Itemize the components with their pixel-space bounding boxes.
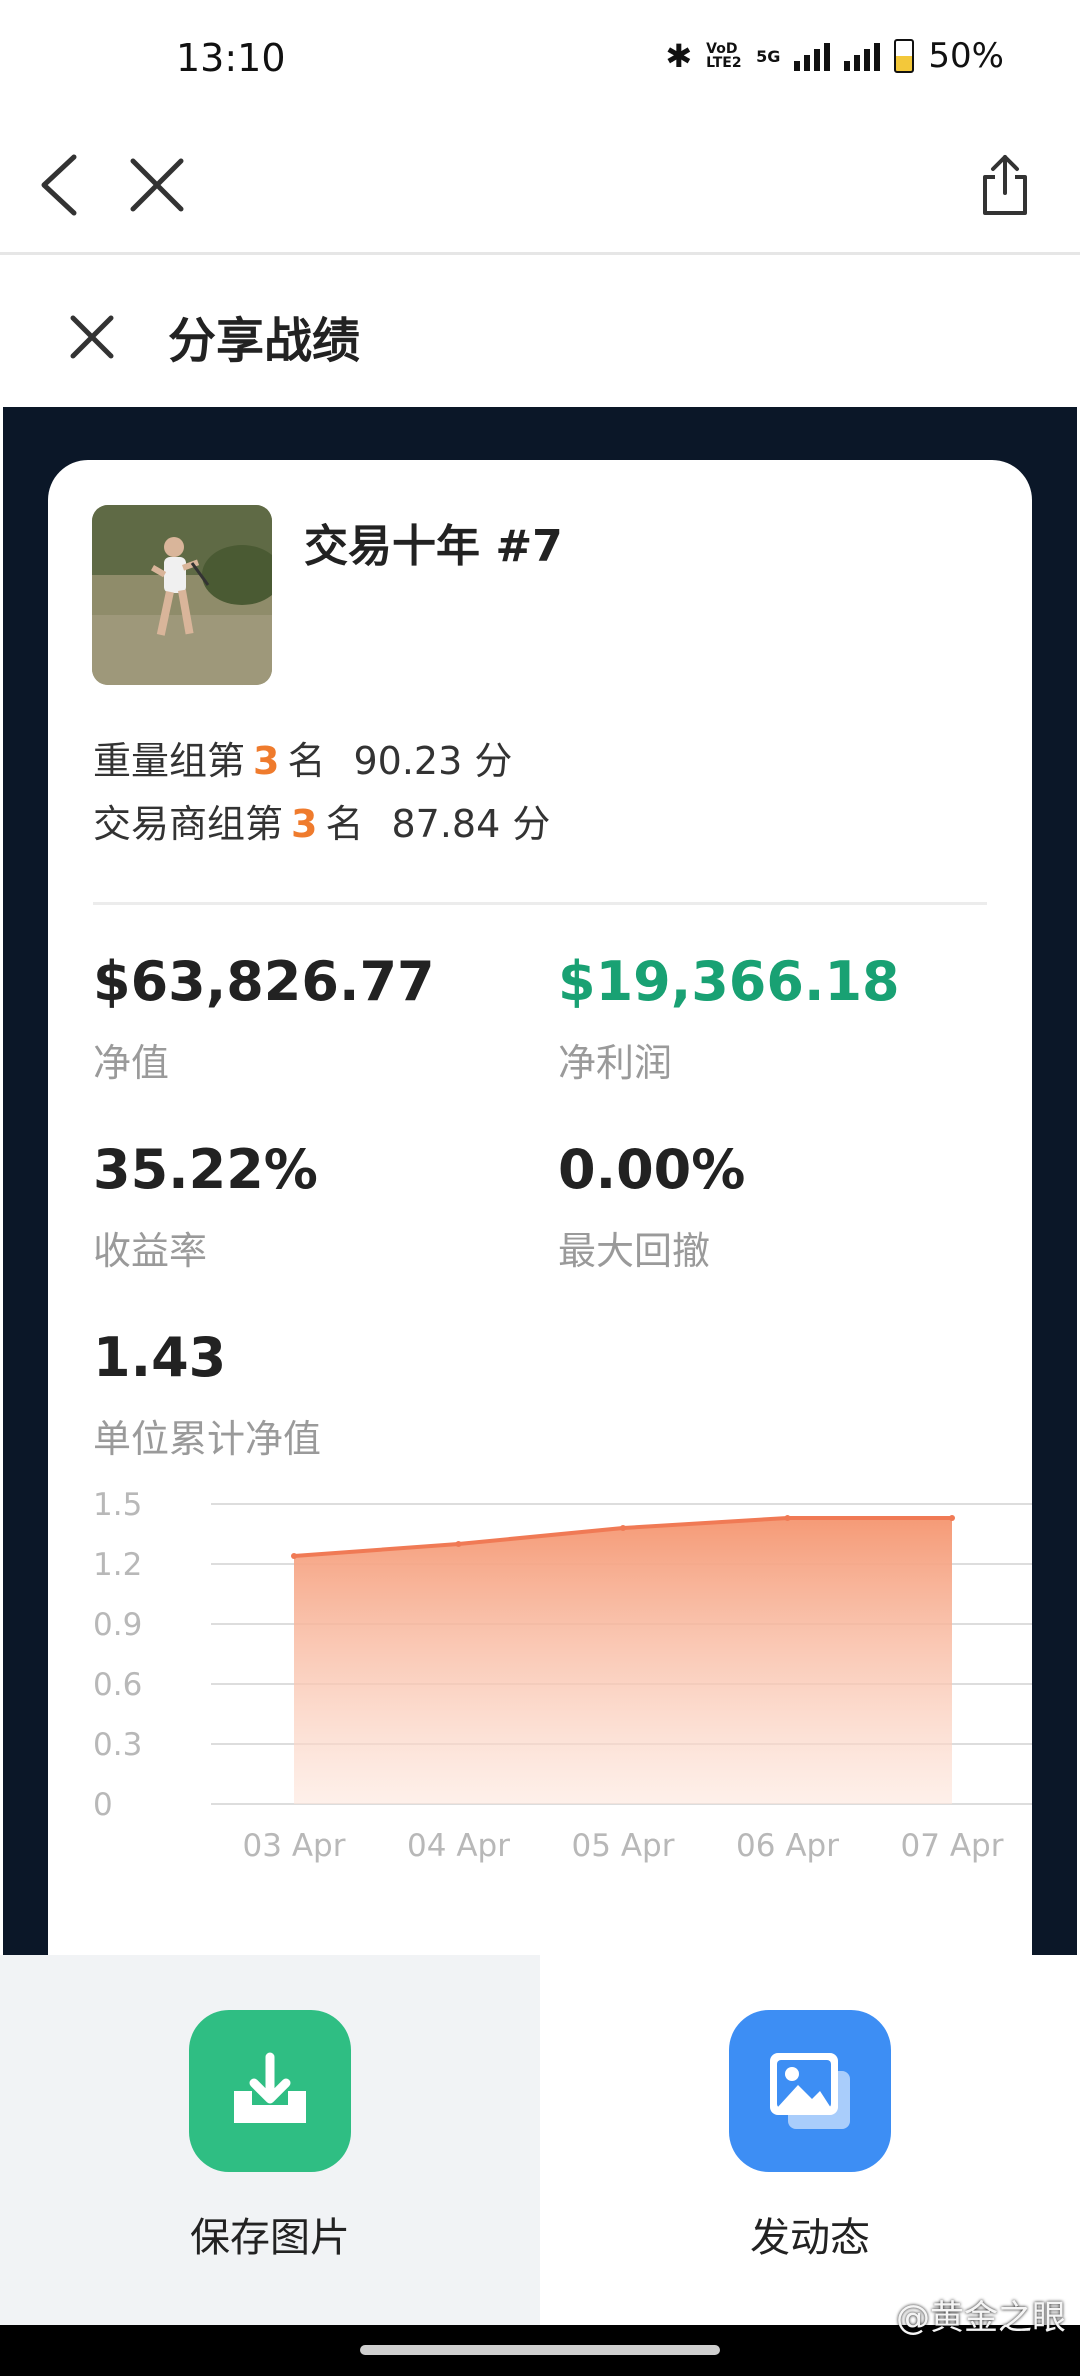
status-time: 13:10 <box>176 36 286 80</box>
net-value: $63,826.77 <box>93 950 435 1013</box>
post-label: 发动态 <box>750 2215 870 2261</box>
status-bar: 13:10 ✱ VoD LTE2 5G 50% <box>0 0 1080 120</box>
unit-nav: 1.43 <box>93 1326 227 1389</box>
back-button[interactable] <box>15 140 105 230</box>
nav-area-series <box>294 1518 952 1804</box>
signal-icon-2 <box>844 41 881 71</box>
battery-icon <box>894 39 915 73</box>
sheet-title: 分享战绩 <box>168 313 361 369</box>
back-arrow-icon <box>41 154 77 216</box>
y-tick-label: 1.5 <box>93 1490 142 1523</box>
nav-area-chart: 1.5 1.2 0.9 0.6 0.3 0 03 Apr 04 Apr 05 Apr 06 Apr… <box>93 1490 1032 1864</box>
rank-suffix: 名 <box>325 802 364 846</box>
save-image-button[interactable] <box>189 2010 351 2172</box>
data-point <box>455 1541 462 1547</box>
x-tick-label: 03 Apr <box>243 1828 346 1864</box>
x-tick-label: 06 Apr <box>736 1828 839 1864</box>
watermark: @黄金之眼 <box>896 2298 1066 2338</box>
return-rate: 35.22% <box>93 1138 318 1201</box>
home-indicator[interactable] <box>360 2345 720 2355</box>
share-button[interactable] <box>960 140 1050 230</box>
close-icon <box>70 315 114 359</box>
status-icons: ✱ VoD LTE2 5G 50% <box>665 36 1004 76</box>
avatar <box>92 505 272 685</box>
unit-nav-label: 单位累计净值 <box>93 1417 322 1461</box>
close-page-button[interactable] <box>112 140 202 230</box>
share-card: 交易十年 #7 重量组第 3 名 90.23 分 交易商组第 3 名 87.84 分 $63… <box>48 460 1032 2010</box>
bluetooth-icon: ✱ <box>665 37 693 75</box>
share-icon <box>983 155 1027 215</box>
x-tick-label: 07 Apr <box>901 1828 1004 1864</box>
data-point <box>784 1515 791 1521</box>
image-icon <box>770 2053 850 2129</box>
net-profit: $19,366.18 <box>558 950 900 1013</box>
post-panel: 发动态 <box>540 1955 1080 2325</box>
y-tick-label: 1.2 <box>93 1547 142 1583</box>
rank-line-heavyweight: 重量组第 3 名 90.23 分 <box>93 730 512 785</box>
rank-suffix: 名 <box>287 739 326 783</box>
data-point <box>291 1553 297 1559</box>
rank-line-broker: 交易商组第 3 名 87.84 分 <box>93 793 550 848</box>
y-tick-label: 0.9 <box>93 1607 142 1643</box>
y-tick-label: 0.3 <box>93 1727 142 1763</box>
divider <box>93 902 987 905</box>
return-rate-label: 收益率 <box>93 1229 208 1273</box>
save-image-panel: 保存图片 <box>0 1955 540 2325</box>
save-image-label: 保存图片 <box>190 2215 350 2261</box>
rank-prefix: 交易商组第 <box>93 802 284 846</box>
user-name: 交易十年 #7 <box>304 521 563 572</box>
rank-score: 87.84 分 <box>391 802 551 846</box>
max-drawdown: 0.00% <box>558 1138 746 1201</box>
volte-icon: VoD LTE2 <box>706 41 742 71</box>
net-value-label: 净值 <box>93 1041 170 1085</box>
network-5g-label: 5G <box>756 46 781 66</box>
rank-number: 3 <box>253 739 280 783</box>
y-tick-label: 0 <box>93 1787 113 1823</box>
post-button[interactable] <box>729 2010 891 2172</box>
y-tick-label: 0.6 <box>93 1667 142 1703</box>
top-nav-bar <box>0 120 1080 255</box>
sheet-close-button[interactable] <box>52 297 132 377</box>
rank-number: 3 <box>291 802 318 846</box>
close-icon <box>130 158 184 212</box>
max-drawdown-label: 最大回撤 <box>558 1229 711 1273</box>
battery-percent: 50% <box>928 36 1004 76</box>
sheet-header: 分享战绩 <box>0 255 1080 407</box>
rank-score: 90.23 分 <box>353 739 513 783</box>
net-profit-label: 净利润 <box>558 1041 673 1085</box>
data-point <box>620 1525 626 1531</box>
download-icon <box>234 2052 306 2123</box>
signal-icon <box>794 41 831 71</box>
x-tick-label: 04 Apr <box>407 1828 510 1864</box>
rank-prefix: 重量组第 <box>93 739 246 783</box>
data-point <box>949 1515 955 1521</box>
x-tick-label: 05 Apr <box>572 1828 675 1864</box>
